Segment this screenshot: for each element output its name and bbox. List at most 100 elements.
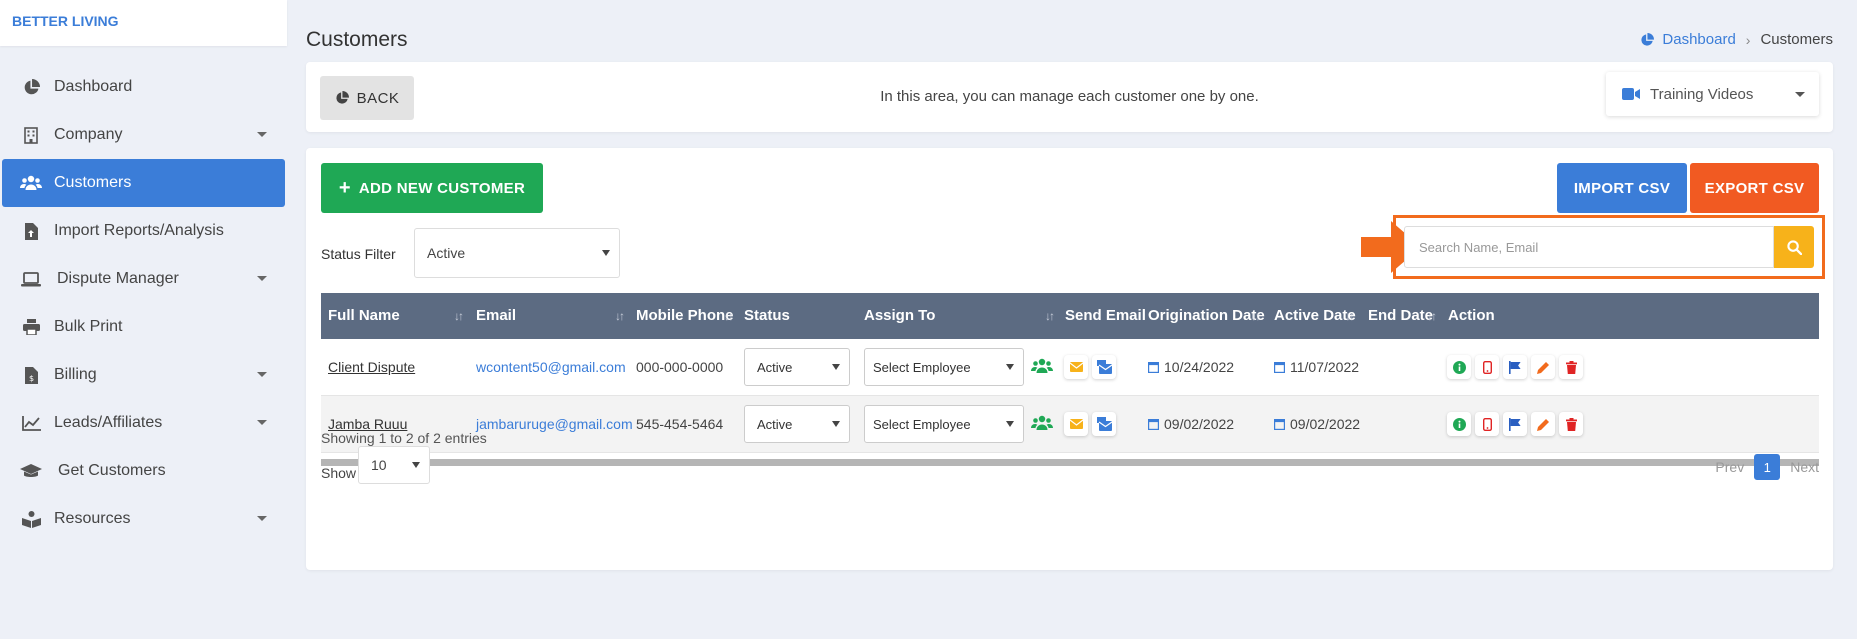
search-highlight-box: [1393, 215, 1825, 279]
sort-icon[interactable]: ↓↑: [1345, 309, 1355, 323]
file-upload-icon: [20, 221, 42, 241]
pencil-icon: [1536, 418, 1549, 431]
status-select[interactable]: Active: [744, 405, 850, 443]
customer-name-link[interactable]: Client Dispute: [328, 359, 415, 375]
assign-employee-select[interactable]: Select Employee: [864, 348, 1024, 386]
caret-down-icon: [832, 364, 840, 370]
export-csv-button[interactable]: EXPORT CSV: [1690, 163, 1819, 213]
add-new-customer-button[interactable]: + ADD NEW CUSTOMER: [321, 163, 543, 213]
mobile-button[interactable]: [1475, 412, 1499, 436]
sidebar-item-dashboard[interactable]: Dashboard: [2, 63, 285, 111]
sort-icon[interactable]: ↓↑: [1251, 309, 1261, 323]
send-email-button[interactable]: [1064, 412, 1088, 436]
caret-down-icon: [1006, 364, 1014, 370]
delete-button[interactable]: [1559, 412, 1583, 436]
sort-icon[interactable]: ↓↑: [615, 309, 625, 323]
send-email-button[interactable]: [1064, 355, 1088, 379]
sort-icon[interactable]: ↓↑: [1045, 309, 1055, 323]
info-icon: [1452, 360, 1466, 374]
brand-logo[interactable]: BETTER LIVING: [0, 0, 287, 46]
chevron-down-icon: [257, 516, 267, 521]
info-icon: [1452, 417, 1466, 431]
col-end-date[interactable]: End Date: [1368, 307, 1433, 324]
sidebar-item-leads-affiliates[interactable]: Leads/Affiliates: [2, 399, 285, 447]
customer-email-link[interactable]: jambaruruge@gmail.com: [476, 416, 633, 432]
col-origination-date[interactable]: Origination Date: [1148, 307, 1265, 324]
origination-date-value: 09/02/2022: [1164, 416, 1235, 432]
page-size-select[interactable]: 10: [358, 446, 430, 484]
status-select-value: Active: [757, 416, 793, 432]
sidebar-item-dispute-manager[interactable]: Dispute Manager: [2, 255, 285, 303]
col-full-name[interactable]: Full Name: [328, 307, 400, 324]
chevron-down-icon: [257, 420, 267, 425]
mobile-icon: [1482, 360, 1492, 374]
plus-icon: +: [338, 177, 351, 199]
video-camera-icon: [1622, 88, 1640, 100]
flag-icon: [1509, 417, 1521, 431]
sidebar-item-resources[interactable]: Resources: [2, 495, 285, 543]
users-icon[interactable]: [1031, 358, 1053, 377]
edit-button[interactable]: [1531, 355, 1555, 379]
next-page-button[interactable]: Next: [1790, 459, 1819, 475]
sidebar: BETTER LIVING Dashboard Company Customer…: [0, 0, 287, 639]
send-bulk-email-button[interactable]: [1092, 412, 1116, 436]
info-message: In this area, you can manage each custom…: [880, 88, 1259, 105]
flag-button[interactable]: [1503, 355, 1527, 379]
book-reader-icon: [20, 509, 42, 529]
trash-icon: [1565, 360, 1577, 374]
sidebar-item-label: Billing: [54, 366, 97, 383]
page-size-value: 10: [371, 457, 387, 473]
horizontal-scrollbar[interactable]: [321, 459, 1819, 466]
sidebar-item-billing[interactable]: $ Billing: [2, 351, 285, 399]
assign-employee-value: Select Employee: [873, 416, 971, 432]
laptop-icon: [20, 269, 42, 289]
sidebar-item-company[interactable]: Company: [2, 111, 285, 159]
calendar-icon: [1148, 362, 1159, 373]
assign-employee-select[interactable]: Select Employee: [864, 405, 1024, 443]
customer-email-link[interactable]: wcontent50@gmail.com: [476, 359, 626, 375]
page-title: Customers: [306, 28, 408, 51]
col-mobile-phone[interactable]: Mobile Phone: [636, 307, 734, 324]
send-bulk-email-button[interactable]: [1092, 355, 1116, 379]
training-videos-dropdown[interactable]: Training Videos: [1606, 72, 1819, 116]
search-button[interactable]: [1774, 226, 1814, 268]
delete-button[interactable]: [1559, 355, 1583, 379]
caret-down-icon: [412, 462, 420, 468]
flag-button[interactable]: [1503, 412, 1527, 436]
sort-icon[interactable]: ↓↑: [454, 309, 464, 323]
breadcrumb-dashboard-link[interactable]: Dashboard: [1640, 31, 1736, 48]
status-select[interactable]: Active: [744, 348, 850, 386]
col-email[interactable]: Email: [476, 307, 516, 324]
sidebar-item-customers[interactable]: Customers: [2, 159, 285, 207]
sort-icon[interactable]: ↓↑: [1427, 309, 1437, 323]
customer-phone: 000-000-0000: [636, 359, 724, 375]
search-input[interactable]: [1404, 226, 1774, 268]
edit-button[interactable]: [1531, 412, 1555, 436]
table-header: Full Name ↓↑ Email ↓↑ Mobile Phone ↓↑ St…: [321, 293, 1819, 339]
page-1-button[interactable]: 1: [1754, 454, 1781, 480]
sidebar-item-import-reports[interactable]: Import Reports/Analysis: [2, 207, 285, 255]
import-csv-button[interactable]: IMPORT CSV: [1557, 163, 1687, 213]
col-assign-to: Assign To: [864, 307, 936, 324]
col-status: Status: [744, 307, 790, 324]
pie-chart-icon: [20, 77, 42, 97]
pencil-icon: [1536, 361, 1549, 374]
sort-icon[interactable]: ↓↑: [724, 309, 734, 323]
sidebar-item-label: Import Reports/Analysis: [54, 222, 224, 239]
sidebar-item-label: Dispute Manager: [57, 270, 179, 287]
mobile-button[interactable]: [1475, 355, 1499, 379]
training-videos-label: Training Videos: [1650, 85, 1754, 103]
col-send-email: Send Email: [1065, 307, 1146, 324]
status-filter-select[interactable]: Active: [414, 228, 620, 278]
info-button[interactable]: [1447, 412, 1471, 436]
sidebar-item-label: Company: [54, 126, 123, 143]
sidebar-item-get-customers[interactable]: Get Customers: [2, 447, 285, 495]
users-icon[interactable]: [1031, 415, 1053, 434]
info-button[interactable]: [1447, 355, 1471, 379]
col-active-date[interactable]: Active Date: [1274, 307, 1356, 324]
sidebar-item-bulk-print[interactable]: Bulk Print: [2, 303, 285, 351]
active-date: 11/07/2022: [1274, 359, 1359, 375]
prev-page-button[interactable]: Prev: [1715, 459, 1744, 475]
line-chart-icon: [20, 413, 42, 433]
sidebar-item-label: Customers: [54, 174, 132, 191]
